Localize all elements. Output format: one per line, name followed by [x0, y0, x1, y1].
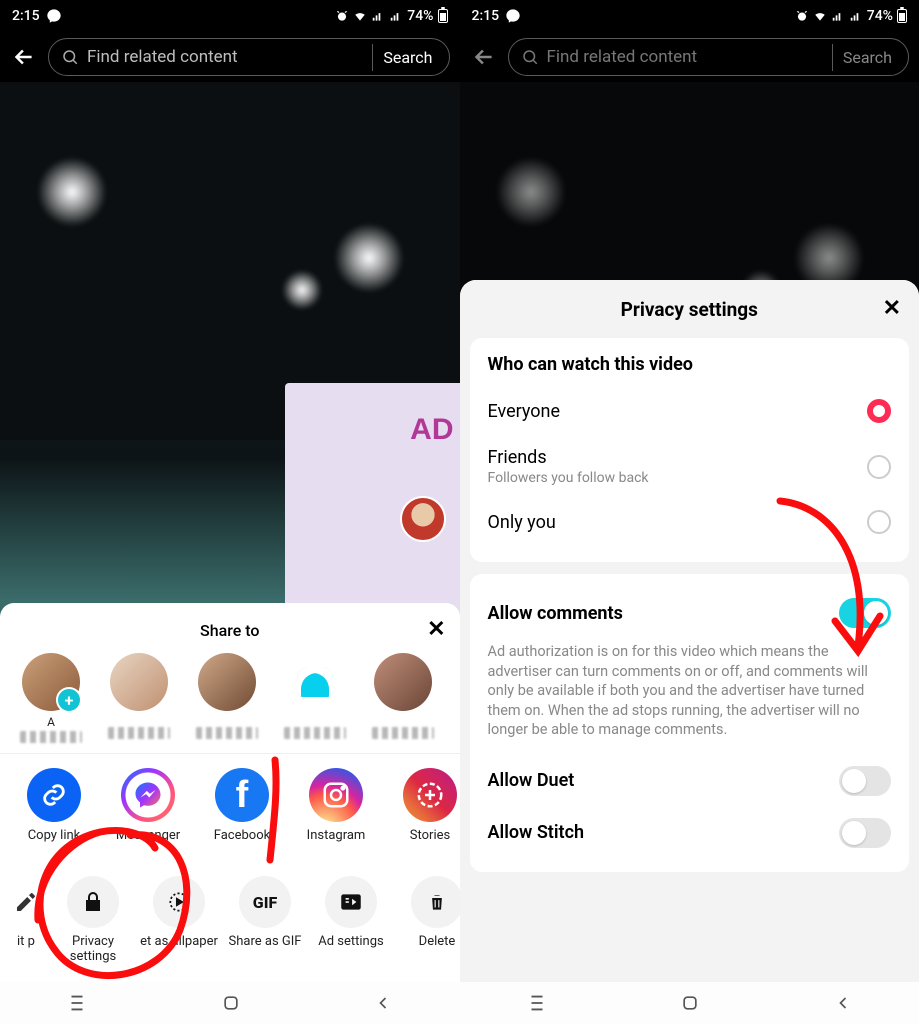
status-bar: 2:15 74% [460, 0, 919, 32]
nav-back-icon[interactable] [373, 993, 393, 1013]
share-contacts-row[interactable]: A [0, 647, 460, 747]
nav-home-icon[interactable] [221, 993, 241, 1013]
status-time: 2:15 [472, 8, 500, 24]
share-app-facebook[interactable]: f Facebook [202, 768, 282, 858]
action-delete[interactable]: Delete [398, 876, 460, 964]
signal-icon [831, 9, 845, 23]
who-can-watch-title: Who can watch this video [488, 354, 892, 375]
radio-everyone[interactable]: Everyone [488, 387, 892, 435]
nav-recents-icon[interactable] [66, 992, 88, 1014]
allow-stitch-label: Allow Stitch [488, 822, 585, 843]
back-button[interactable] [10, 43, 38, 71]
messenger-icon [133, 780, 163, 810]
share-actions-row[interactable]: it p Privacy settings et as allpaper GIF… [0, 862, 460, 982]
close-button[interactable]: ✕ [883, 296, 901, 321]
share-apps-row[interactable]: Copy link Messenger f Facebook Instagram… [0, 753, 460, 862]
share-sheet: Share to ✕ A Copy link Messenger [0, 603, 460, 982]
status-time: 2:15 [12, 8, 40, 24]
ad-icon [338, 889, 364, 915]
privacy-settings-sheet: Privacy settings ✕ Who can watch this vi… [460, 280, 919, 982]
search-button[interactable]: Search [372, 44, 442, 71]
pencil-icon [14, 890, 38, 914]
phone-left: 2:15 74% Search [0, 0, 460, 1024]
nav-home-icon[interactable] [680, 993, 700, 1013]
allow-stitch-toggle[interactable] [839, 818, 891, 848]
search-icon [521, 48, 539, 66]
nav-recents-icon[interactable] [526, 992, 548, 1014]
signal-icon-2 [849, 9, 863, 23]
signal-icon-2 [389, 9, 403, 23]
phone-right: 2:15 74% Search [460, 0, 919, 1024]
messenger-icon [46, 8, 62, 24]
search-icon [61, 48, 79, 66]
signal-icon [371, 9, 385, 23]
gif-icon: GIF [239, 876, 291, 928]
alarm-icon [795, 9, 809, 23]
instagram-icon [321, 780, 351, 810]
radio-only-you[interactable]: Only you [488, 498, 892, 546]
share-contact[interactable] [366, 653, 440, 743]
search-bar[interactable]: Search [508, 38, 910, 76]
allow-comments-desc: Ad authorization is on for this video wh… [488, 642, 892, 740]
messenger-icon [505, 8, 521, 24]
status-bar: 2:15 74% [0, 0, 460, 32]
wifi-icon [813, 9, 827, 23]
action-privacy-settings[interactable]: Privacy settings [54, 876, 132, 964]
link-icon [40, 781, 68, 809]
action-ad-settings[interactable]: Ad settings [312, 876, 390, 964]
share-title: Share to [200, 621, 259, 640]
allow-duet-label: Allow Duet [488, 770, 575, 791]
privacy-title: Privacy settings [621, 298, 758, 321]
allow-comments-label: Allow comments [488, 603, 623, 624]
action-set-wallpaper[interactable]: et as allpaper [140, 876, 218, 964]
share-app-copy-link[interactable]: Copy link [14, 768, 94, 858]
lock-icon [81, 890, 105, 914]
stories-icon [415, 780, 445, 810]
radio-icon [867, 399, 891, 423]
search-button[interactable]: Search [832, 44, 902, 71]
share-contact[interactable] [102, 653, 176, 743]
who-can-watch-card: Who can watch this video Everyone Friend… [470, 338, 910, 562]
nav-back-icon[interactable] [833, 993, 853, 1013]
radio-icon [867, 510, 891, 534]
action-share-gif[interactable]: GIF Share as GIF [226, 876, 304, 964]
search-input[interactable] [87, 47, 364, 67]
radio-icon [867, 455, 891, 479]
android-navbar [0, 982, 460, 1024]
profile-avatar[interactable] [400, 496, 446, 542]
battery-icon [438, 9, 448, 23]
share-contact[interactable] [190, 653, 264, 743]
battery-icon [897, 9, 907, 23]
search-input[interactable] [547, 47, 824, 67]
allow-comments-toggle[interactable] [839, 598, 891, 628]
close-button[interactable]: ✕ [427, 617, 445, 642]
search-bar[interactable]: Search [48, 38, 450, 76]
alarm-icon [335, 9, 349, 23]
share-app-messenger[interactable]: Messenger [108, 768, 188, 858]
top-bar: Search [460, 32, 919, 82]
allow-comments-card: Allow comments Ad authorization is on fo… [470, 574, 910, 872]
facebook-icon: f [215, 768, 269, 822]
battery-pct: 74% [407, 8, 433, 24]
wallpaper-icon [166, 889, 192, 915]
share-app-stories[interactable]: Stories [390, 768, 460, 858]
wifi-icon [353, 9, 367, 23]
back-button[interactable] [470, 43, 498, 71]
share-app-instagram[interactable]: Instagram [296, 768, 376, 858]
trash-icon [426, 891, 448, 913]
battery-pct: 74% [867, 8, 893, 24]
allow-duet-toggle[interactable] [839, 766, 891, 796]
share-contact[interactable] [278, 653, 352, 743]
radio-friends[interactable]: Friends Followers you follow back [488, 435, 892, 498]
top-bar: Search [0, 32, 460, 82]
action-edit[interactable]: it p [6, 876, 46, 964]
video-overlay-text: AD [410, 413, 453, 447]
share-contact[interactable]: A [14, 653, 88, 743]
android-navbar [460, 982, 919, 1024]
